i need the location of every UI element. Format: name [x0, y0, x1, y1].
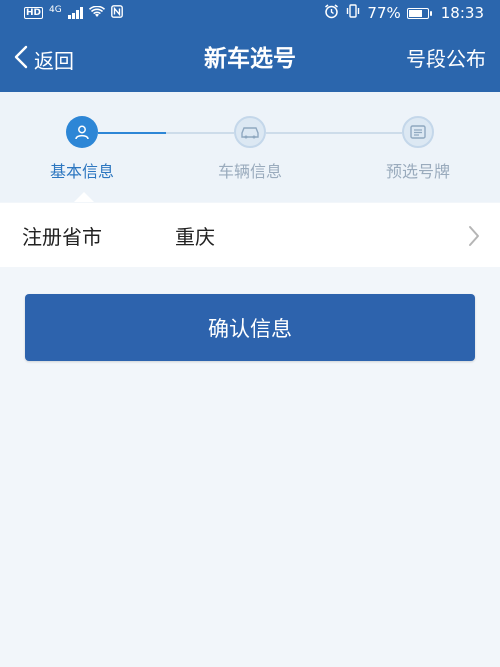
- back-button[interactable]: 返回: [14, 26, 74, 92]
- chevron-right-icon: [468, 225, 480, 251]
- person-icon: [66, 116, 98, 148]
- wifi-icon: [88, 4, 105, 22]
- step-label: 车辆信息: [217, 162, 282, 181]
- step-basic-info: 基本信息: [22, 116, 142, 182]
- car-icon: [234, 116, 266, 148]
- status-bar-left: HD 4G: [24, 4, 123, 22]
- clock: 18:33: [440, 4, 484, 22]
- nfc-icon: [110, 4, 123, 22]
- navigation-bar: 返回 新车选号 号段公布: [0, 26, 500, 92]
- registration-province-row[interactable]: 注册省市 重庆: [0, 203, 500, 267]
- status-bar: HD 4G 77% 18:33: [0, 0, 500, 26]
- hd-badge: HD: [24, 7, 44, 19]
- chevron-left-icon: [14, 45, 28, 74]
- network-type: 4G: [49, 4, 62, 15]
- status-bar-right: 77% 18:33: [324, 3, 484, 23]
- step-label: 基本信息: [49, 162, 114, 181]
- progress-stepper: 基本信息 车辆信息 预选号牌: [0, 92, 500, 202]
- vibrate-icon: [345, 4, 361, 22]
- signal-icon: [67, 7, 83, 19]
- step-preselect-plate: 预选号牌: [358, 116, 478, 182]
- step-vehicle-info: 车辆信息: [190, 116, 310, 182]
- battery-icon: [406, 7, 432, 19]
- number-range-announcement-link[interactable]: 号段公布: [406, 26, 486, 92]
- confirm-info-button[interactable]: 确认信息: [25, 294, 475, 361]
- active-step-pointer: [74, 192, 94, 202]
- battery-percent: 77%: [367, 4, 401, 22]
- step-label: 预选号牌: [385, 162, 450, 181]
- province-label: 注册省市: [22, 224, 102, 249]
- province-value: 重庆: [175, 224, 215, 249]
- alarm-icon: [324, 3, 339, 23]
- battery-fill: [408, 9, 422, 17]
- back-label: 返回: [34, 48, 74, 73]
- license-plate-icon: [402, 116, 434, 148]
